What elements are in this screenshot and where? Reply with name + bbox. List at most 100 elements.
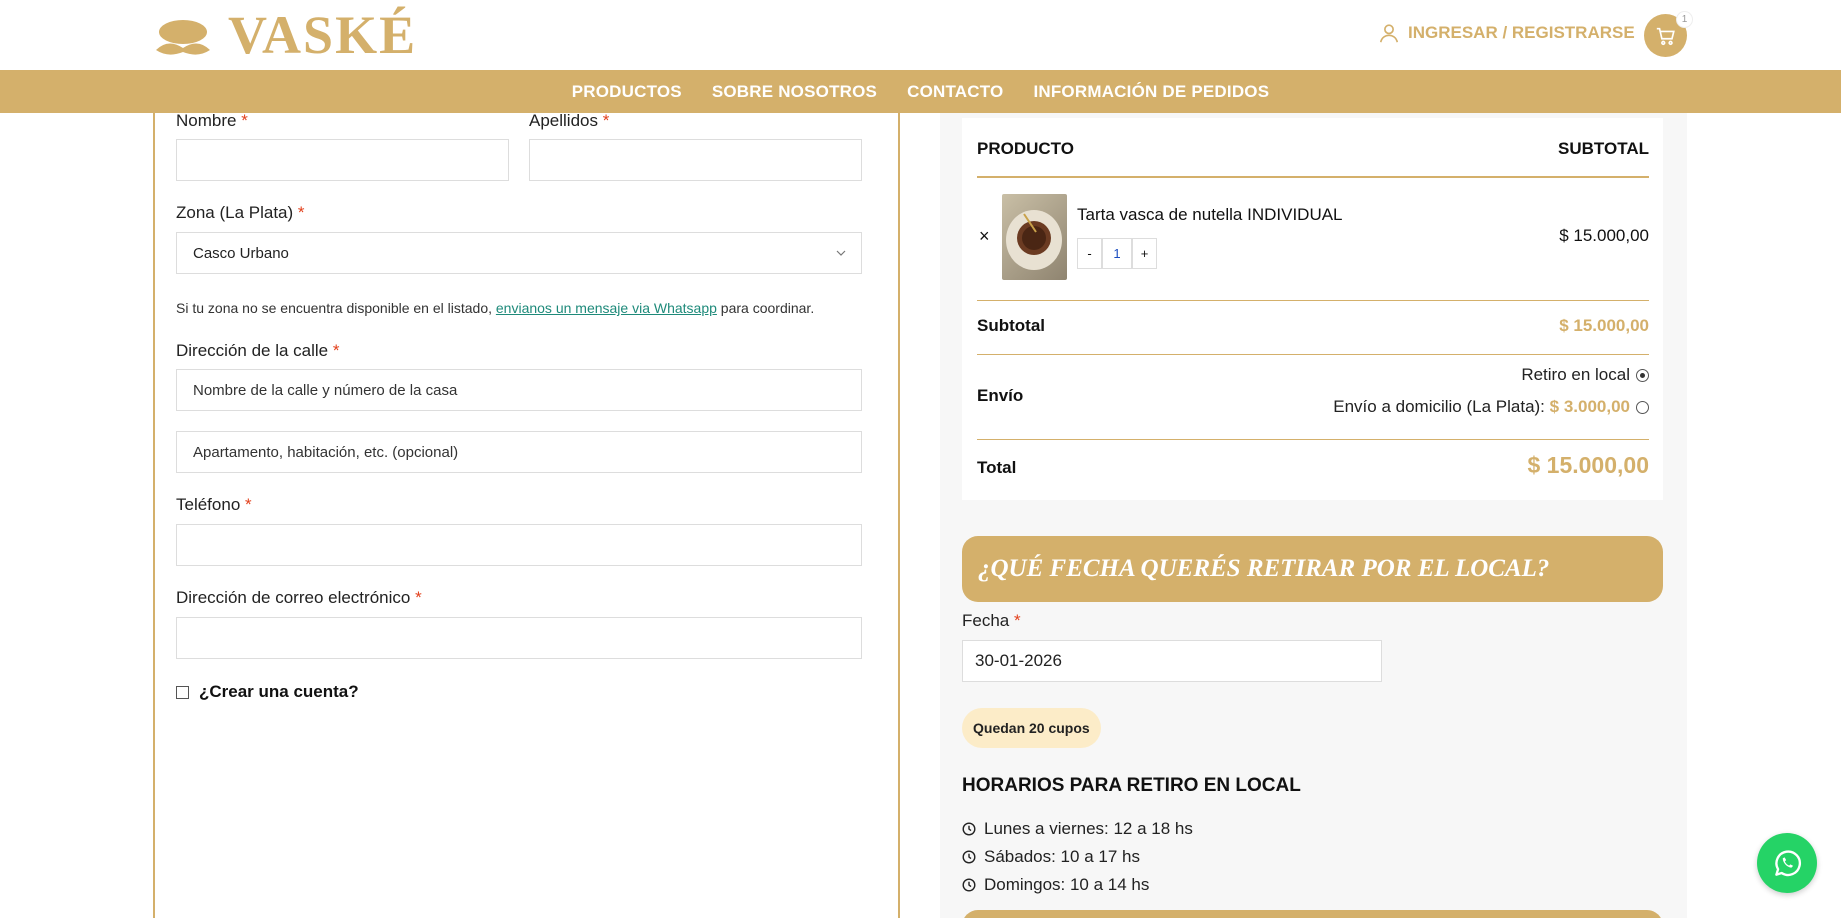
fecha-label-text: Fecha <box>962 611 1010 630</box>
apellidos-input[interactable] <box>529 139 862 181</box>
order-review-table: PRODUCTO SUBTOTAL × Tarta vasca de nutel… <box>962 118 1663 500</box>
nav-sobre-nosotros[interactable]: SOBRE NOSOTROS <box>712 82 877 102</box>
zona-note: Si tu zona no se encuentra disponible en… <box>176 300 814 316</box>
order-sidebar: PRODUCTO SUBTOTAL × Tarta vasca de nutel… <box>940 113 1687 918</box>
horario-text: Domingos: 10 a 14 hs <box>984 875 1150 894</box>
login-register-label: INGRESAR / REGISTRARSE <box>1408 23 1635 42</box>
item-divider <box>977 300 1649 301</box>
calle-label-text: Dirección de la calle <box>176 341 329 360</box>
apartamento-placeholder: Apartamento, habitación, etc. (opcional) <box>193 443 459 461</box>
horario-item: Domingos: 10 a 14 hs <box>962 871 1193 899</box>
envio-divider <box>977 439 1649 440</box>
apellidos-label-text: Apellidos <box>529 111 598 130</box>
cart-count-badge: 1 <box>1676 11 1693 28</box>
header-divider <box>977 176 1649 178</box>
email-label: Dirección de correo electrónico * <box>176 588 422 608</box>
create-account-checkbox[interactable] <box>176 685 189 699</box>
email-input[interactable] <box>176 617 862 659</box>
fecha-label: Fecha * <box>962 611 1021 631</box>
required-mark: * <box>245 495 252 514</box>
product-image-icon <box>1006 210 1062 270</box>
product-price: $ 15.000,00 <box>1559 226 1649 245</box>
telefono-input[interactable] <box>176 524 862 566</box>
clock-icon <box>962 822 976 836</box>
horario-text: Lunes a viernes: 12 a 18 hs <box>984 819 1193 838</box>
zona-label-text: Zona (La Plata) <box>176 203 294 222</box>
zona-label: Zona (La Plata) * <box>176 203 305 223</box>
whatsapp-icon <box>1775 850 1802 877</box>
clock-icon <box>962 878 976 892</box>
fecha-value: 30-01-2026 <box>975 651 1062 670</box>
email-label-text: Dirección de correo electrónico <box>176 588 411 607</box>
pickup-radio[interactable] <box>1636 369 1649 383</box>
remove-item-button[interactable]: × <box>979 226 990 247</box>
telefono-label-text: Teléfono <box>176 495 241 514</box>
billing-form: Nombre * Apellidos * Zona (La Plata) * C… <box>153 111 900 918</box>
pickup-date-banner: ¿QUÉ FECHA QUERÉS RETIRAR POR EL LOCAL? <box>962 536 1663 602</box>
nombre-label: Nombre * <box>176 111 248 131</box>
quantity-stepper: - 1 + <box>1077 238 1157 269</box>
shipping-option-pickup[interactable]: Retiro en local <box>1521 365 1649 385</box>
shipping-option-delivery[interactable]: Envío a domicilio (La Plata): $ 3.000,00 <box>1333 397 1649 417</box>
zona-note-after: para coordinar. <box>716 300 815 316</box>
nombre-input[interactable] <box>176 139 509 181</box>
required-mark: * <box>332 341 340 360</box>
total-value: $ 15.000,00 <box>1527 452 1649 478</box>
apellidos-label: Apellidos * <box>529 111 609 131</box>
brand-name: VASKÉ <box>228 5 418 65</box>
calle-input[interactable]: Nombre de la calle y número de la casa <box>176 369 862 411</box>
fecha-input[interactable]: 30-01-2026 <box>962 640 1382 682</box>
chevron-down-icon <box>836 250 846 256</box>
zona-select[interactable]: Casco Urbano <box>176 232 862 274</box>
product-thumbnail <box>1002 194 1067 280</box>
whatsapp-message-link[interactable]: envianos un mensaje via Whatsapp <box>496 300 717 316</box>
required-mark: * <box>241 111 248 130</box>
required-mark: * <box>1013 611 1021 630</box>
whatsapp-chat-button[interactable] <box>1757 833 1817 893</box>
product-name: Tarta vasca de nutella INDIVIDUAL <box>1077 205 1343 224</box>
user-icon <box>1379 24 1399 43</box>
create-account-row[interactable]: ¿Crear una cuenta? <box>176 682 359 702</box>
nav-productos[interactable]: PRODUCTOS <box>572 82 682 102</box>
horarios-title: HORARIOS PARA RETIRO EN LOCAL <box>962 775 1301 796</box>
qty-plus-button[interactable]: + <box>1132 238 1157 269</box>
create-account-label: ¿Crear una cuenta? <box>199 682 359 701</box>
subtotal-label: Subtotal <box>977 316 1045 335</box>
nav-informacion-pedidos[interactable]: INFORMACIÓN DE PEDIDOS <box>1033 82 1269 102</box>
col-subtotal: SUBTOTAL <box>1558 139 1649 158</box>
nombre-label-text: Nombre <box>176 111 237 130</box>
calle-label: Dirección de la calle * <box>176 341 340 361</box>
subtotal-divider <box>977 354 1649 355</box>
envio-label: Envío <box>977 386 1024 405</box>
main-nav: PRODUCTOS SOBRE NOSOTROS CONTACTO INFORM… <box>0 70 1841 113</box>
cupos-badge: Quedan 20 cupos <box>962 708 1101 748</box>
shipping-option-delivery-price: $ 3.000,00 <box>1549 397 1630 416</box>
brand-logo[interactable]: VASKÉ <box>152 5 418 65</box>
zona-note-before: Si tu zona no se encuentra disponible en… <box>176 300 496 316</box>
qty-input[interactable]: 1 <box>1102 238 1132 269</box>
required-mark: * <box>297 203 305 222</box>
total-label: Total <box>977 458 1017 477</box>
login-register-link[interactable]: INGRESAR / REGISTRARSE <box>1378 22 1635 44</box>
apartamento-input[interactable]: Apartamento, habitación, etc. (opcional) <box>176 431 862 473</box>
qty-minus-button[interactable]: - <box>1077 238 1102 269</box>
nav-contacto[interactable]: CONTACTO <box>907 82 1003 102</box>
top-header: VASKÉ INGRESAR / REGISTRARSE 1 <box>0 0 1841 70</box>
horario-text: Sábados: 10 a 17 hs <box>984 847 1140 866</box>
required-mark: * <box>415 588 422 607</box>
telefono-label: Teléfono * <box>176 495 252 515</box>
calle-placeholder: Nombre de la calle y número de la casa <box>193 381 458 399</box>
horario-item: Lunes a viernes: 12 a 18 hs <box>962 815 1193 843</box>
cart-icon <box>1656 27 1675 45</box>
logo-mark-icon <box>156 20 210 55</box>
col-producto: PRODUCTO <box>977 139 1074 158</box>
shipping-option-pickup-label: Retiro en local <box>1521 365 1630 384</box>
next-section-banner <box>962 910 1663 918</box>
zona-selected-value: Casco Urbano <box>193 244 289 262</box>
shipping-option-delivery-label: Envío a domicilio (La Plata): <box>1333 397 1545 416</box>
clock-icon <box>962 850 976 864</box>
horario-item: Sábados: 10 a 17 hs <box>962 843 1193 871</box>
required-mark: * <box>602 111 610 130</box>
delivery-radio[interactable] <box>1636 401 1649 415</box>
subtotal-value: $ 15.000,00 <box>1559 316 1649 335</box>
